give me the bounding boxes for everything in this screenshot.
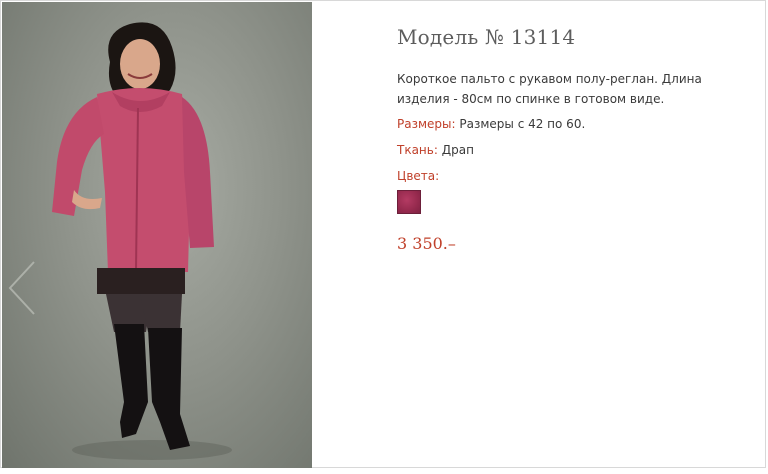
fabric-row: Ткань: Драп	[397, 140, 757, 160]
sizes-row: Размеры: Размеры с 42 по 60.	[397, 114, 757, 134]
product-description: Короткое пальто с рукавом полу-реглан. Д…	[397, 72, 702, 106]
product-price: 3 350.–	[397, 234, 456, 253]
color-swatches	[397, 190, 757, 216]
product-details: Модель № 13114 Короткое пальто с рукавом…	[397, 25, 757, 253]
product-title: Модель № 13114	[397, 25, 576, 49]
sizes-value: Размеры с 42 по 60.	[459, 117, 586, 131]
model-illustration	[52, 22, 232, 460]
product-photo[interactable]	[2, 2, 312, 468]
colors-label: Цвета:	[397, 169, 440, 183]
colors-row: Цвета:	[397, 166, 757, 186]
sizes-label: Размеры:	[397, 117, 456, 131]
fabric-label: Ткань:	[397, 143, 438, 157]
color-swatch[interactable]	[397, 190, 421, 214]
product-card: Модель № 13114 Короткое пальто с рукавом…	[0, 0, 766, 468]
chevron-left-icon	[8, 261, 35, 315]
fabric-value: Драп	[441, 143, 474, 157]
gallery-prev-button[interactable]	[4, 260, 40, 316]
